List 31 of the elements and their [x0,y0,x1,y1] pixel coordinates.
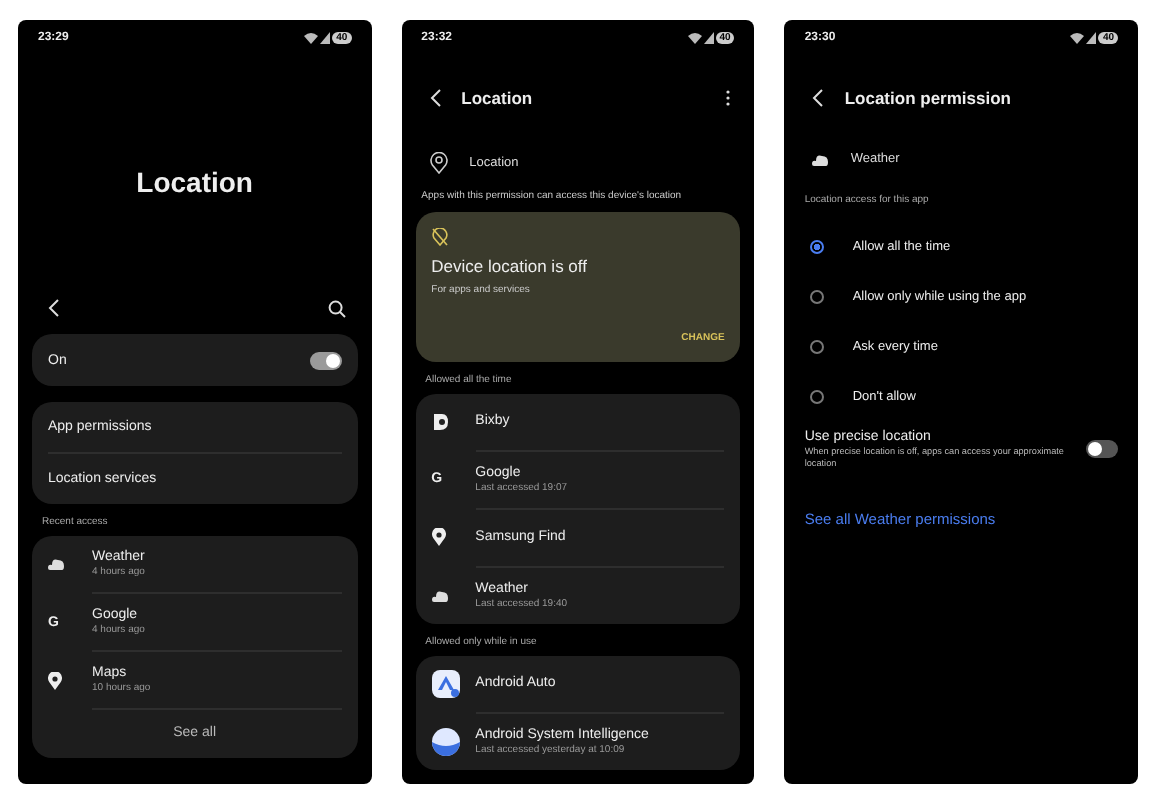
signal-icon [1086,32,1097,44]
bixby-icon [431,413,448,430]
back-icon[interactable] [812,88,825,108]
location-pin-icon [431,528,446,547]
page-title: Location permission [844,88,1013,108]
cloud-icon [48,558,64,570]
notice-title: Device location is off [431,255,589,276]
precise-location-toggle[interactable] [1086,440,1119,459]
location-off-icon [431,227,448,246]
location-pin-icon [48,671,62,689]
page-title: Location [461,88,535,108]
wifi-icon [1070,32,1085,44]
radio-button[interactable] [810,390,825,404]
cloud-icon [431,589,448,602]
radio-button[interactable] [810,340,825,354]
location-pin-icon [429,152,448,174]
search-icon[interactable] [327,299,346,317]
back-icon[interactable] [429,88,442,108]
cloud-icon [812,153,829,165]
signal-icon [703,32,714,44]
radio-button[interactable] [810,240,825,254]
back-icon[interactable] [48,298,60,318]
more-options-icon[interactable] [726,90,731,106]
sphere-icon [431,727,460,756]
signal-icon [320,32,331,44]
location-toggle[interactable] [309,351,342,369]
page-title: Location [134,166,255,198]
wifi-icon [304,32,319,44]
radio-button[interactable] [810,290,825,304]
car-app-icon [431,669,460,698]
wifi-icon [687,32,702,44]
